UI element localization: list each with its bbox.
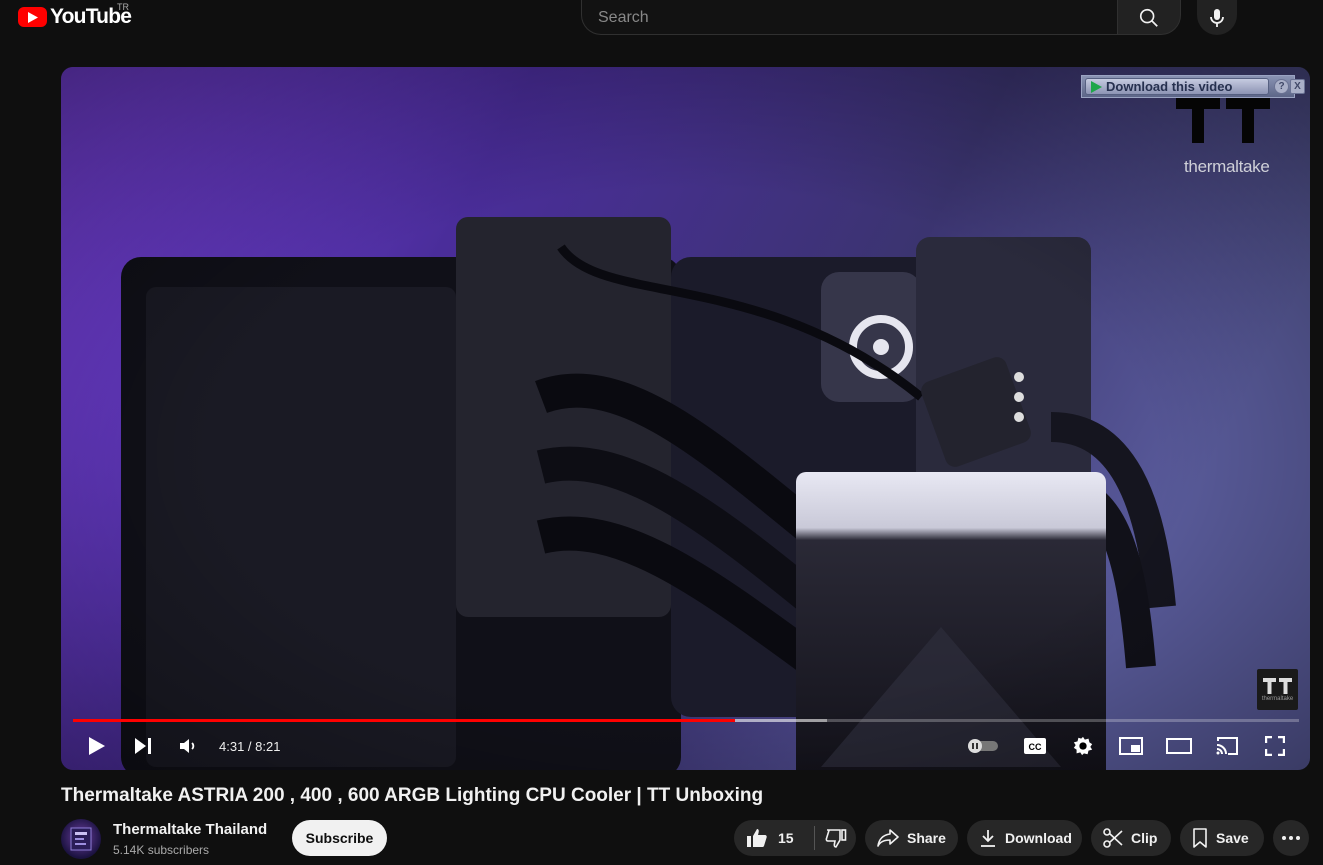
- cast-icon: [1216, 737, 1238, 755]
- share-icon: [877, 829, 899, 847]
- theater-mode-button[interactable]: [1163, 727, 1195, 765]
- tt-watermark-icon: [1262, 677, 1292, 694]
- youtube-watch-page: YouTube TR Search thermaltake Download t…: [0, 0, 1323, 865]
- scissors-icon: [1103, 828, 1123, 848]
- like-button[interactable]: 15: [734, 820, 814, 856]
- thermaltake-logo-icon: [1176, 97, 1270, 143]
- clip-label: Clip: [1131, 830, 1158, 846]
- closed-captions-icon: CC: [1024, 738, 1046, 754]
- more-actions-button[interactable]: [1273, 820, 1309, 856]
- voice-search-button[interactable]: [1197, 0, 1237, 35]
- search-button[interactable]: [1117, 0, 1181, 35]
- channel-avatar[interactable]: [61, 819, 101, 859]
- share-label: Share: [907, 830, 946, 846]
- download-label: Download: [1005, 830, 1072, 846]
- search-box: [581, 0, 1118, 35]
- thumbs-up-icon: [746, 828, 768, 848]
- video-player[interactable]: thermaltake Download this video ? X ther…: [61, 67, 1310, 770]
- mute-button[interactable]: [173, 727, 205, 765]
- save-label: Save: [1216, 830, 1249, 846]
- miniplayer-icon: [1119, 737, 1143, 755]
- save-button[interactable]: Save: [1180, 820, 1264, 856]
- fullscreen-button[interactable]: [1259, 727, 1291, 765]
- close-icon[interactable]: X: [1290, 79, 1305, 94]
- autoplay-toggle[interactable]: [963, 727, 1003, 765]
- youtube-logo[interactable]: YouTube TR: [18, 2, 132, 29]
- download-button[interactable]: Download: [967, 820, 1082, 856]
- dislike-button[interactable]: [815, 820, 856, 856]
- download-icon: [979, 829, 997, 847]
- progress-bar[interactable]: [73, 719, 1299, 722]
- region-code: TR: [117, 2, 129, 12]
- download-this-video-label: Download this video: [1106, 79, 1233, 94]
- play-button[interactable]: [81, 727, 113, 765]
- avatar-image: [70, 827, 92, 851]
- gear-icon: [1073, 736, 1093, 756]
- more-horizontal-icon: [1282, 836, 1300, 840]
- like-count: 15: [778, 830, 794, 846]
- watermark-text: thermaltake: [1261, 695, 1294, 702]
- download-this-video-button[interactable]: Download this video: [1085, 78, 1269, 95]
- download-play-icon: [1091, 80, 1102, 93]
- microphone-icon: [1210, 8, 1224, 27]
- miniplayer-button[interactable]: [1115, 727, 1147, 765]
- fullscreen-icon: [1265, 736, 1285, 756]
- volume-icon: [180, 739, 195, 753]
- download-video-overlay: Download this video ? X: [1081, 75, 1305, 98]
- settings-button[interactable]: [1067, 727, 1099, 765]
- channel-name[interactable]: Thermaltake Thailand: [113, 821, 267, 838]
- skip-next-icon: [135, 738, 151, 754]
- thumbs-down-icon: [825, 829, 846, 848]
- youtube-play-logo-icon: [18, 7, 47, 27]
- subscribe-button[interactable]: Subscribe: [292, 820, 387, 856]
- like-dislike-group: 15: [734, 820, 856, 856]
- player-controls: 4:31 / 8:21 CC: [61, 727, 1310, 767]
- help-icon[interactable]: ?: [1274, 79, 1289, 94]
- video-title: Thermaltake ASTRIA 200 , 400 , 600 ARGB …: [61, 785, 764, 806]
- search-input[interactable]: [582, 0, 1118, 34]
- theater-mode-icon: [1166, 738, 1192, 754]
- channel-watermark[interactable]: thermaltake: [1257, 669, 1298, 710]
- clip-button[interactable]: Clip: [1091, 820, 1171, 856]
- brand-wordmark: thermaltake: [1184, 157, 1270, 176]
- svg-text:CC: CC: [1029, 742, 1042, 752]
- video-frame[interactable]: [61, 67, 1310, 770]
- play-icon: [89, 737, 105, 755]
- next-button[interactable]: [127, 727, 159, 765]
- autoplay-toggle-icon: [968, 739, 998, 753]
- progress-played: [73, 719, 736, 722]
- subscriber-count: 5.14K subscribers: [113, 843, 210, 857]
- share-button[interactable]: Share: [865, 820, 958, 856]
- time-display: 4:31 / 8:21: [219, 738, 281, 754]
- search-icon: [1139, 8, 1158, 27]
- subtitles-button[interactable]: CC: [1019, 727, 1051, 765]
- cast-button[interactable]: [1211, 727, 1243, 765]
- bookmark-icon: [1192, 828, 1208, 848]
